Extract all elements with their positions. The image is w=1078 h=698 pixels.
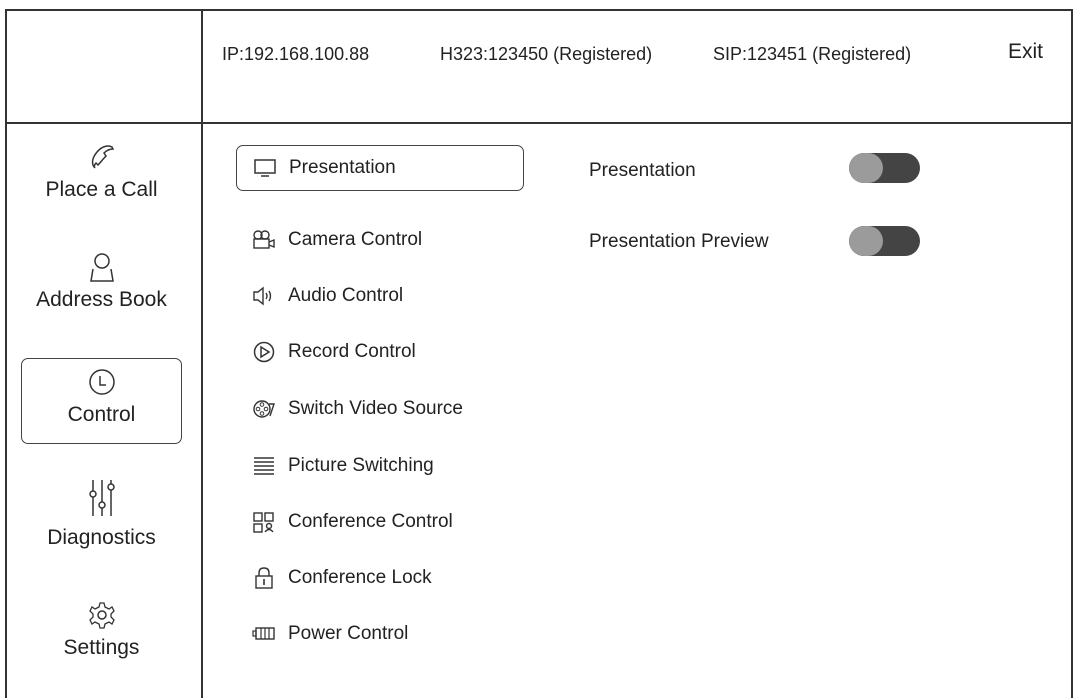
menu-item-label: Camera Control	[288, 229, 423, 250]
menu-item-audio-control[interactable]: Audio Control	[252, 276, 403, 316]
sip-status: SIP:123451 (Registered)	[713, 44, 912, 64]
header-divider	[7, 122, 1071, 124]
sidebar-item-label: Settings	[63, 636, 140, 659]
ip-address: IP:192.168.100.88	[222, 44, 370, 64]
app-frame	[5, 9, 1073, 698]
menu-item-camera-control[interactable]: Camera Control	[252, 220, 422, 260]
menu-item-label: Record Control	[288, 341, 416, 362]
camera-icon	[252, 229, 276, 251]
menu-item-label: Presentation	[289, 157, 396, 178]
menu-item-label: Switch Video Source	[288, 398, 463, 419]
sidebar-item-diagnostics[interactable]: Diagnostics	[21, 478, 182, 550]
sidebar-item-label: Address Book	[36, 288, 167, 311]
menu-item-power-control[interactable]: Power Control	[252, 614, 408, 654]
sidebar-item-label: Place a Call	[45, 178, 158, 201]
monitor-icon	[253, 157, 277, 179]
sidebar-item-label: Control	[67, 403, 136, 426]
presentation-preview-toggle[interactable]	[849, 226, 920, 256]
menu-item-record-control[interactable]: Record Control	[252, 332, 416, 372]
sidebar-item-settings[interactable]: Settings	[21, 598, 182, 660]
presentation-toggle[interactable]	[849, 153, 920, 183]
sidebar-item-address-book[interactable]: Address Book	[21, 250, 182, 312]
menu-item-label: Conference Control	[288, 511, 453, 532]
battery-icon	[252, 623, 276, 645]
menu-item-presentation[interactable]: Presentation	[236, 145, 524, 191]
menu-item-label: Picture Switching	[288, 455, 434, 476]
phone-icon	[21, 140, 182, 174]
sliders-icon	[21, 478, 182, 516]
menu-item-label: Audio Control	[288, 285, 404, 306]
sidebar-item-place-a-call[interactable]: Place a Call	[21, 140, 182, 202]
toggle-knob	[849, 153, 883, 183]
film-reel-icon	[252, 398, 276, 420]
lock-icon	[252, 567, 276, 589]
toggle-knob	[849, 226, 883, 256]
play-circle-icon	[252, 341, 276, 363]
menu-item-picture-switching[interactable]: Picture Switching	[252, 446, 434, 486]
exit-button[interactable]: Exit	[1008, 40, 1043, 64]
sidebar-item-control[interactable]: Control	[21, 358, 182, 444]
sidebar-divider	[201, 11, 203, 698]
menu-item-switch-video-source[interactable]: Switch Video Source	[252, 389, 463, 429]
menu-item-conference-control[interactable]: Conference Control	[252, 502, 453, 542]
sidebar-item-label: Diagnostics	[47, 526, 156, 549]
menu-item-label: Power Control	[288, 623, 409, 644]
gear-icon	[21, 598, 182, 632]
clock-icon	[22, 365, 181, 399]
grid-person-icon	[252, 511, 276, 533]
list-lines-icon	[252, 455, 276, 477]
h323-status: H323:123450 (Registered)	[440, 44, 653, 64]
menu-item-label: Conference Lock	[288, 567, 432, 588]
presentation-preview-label: Presentation Preview	[589, 231, 769, 252]
menu-item-conference-lock[interactable]: Conference Lock	[252, 558, 432, 598]
person-icon	[21, 250, 182, 284]
speaker-icon	[252, 285, 276, 307]
presentation-label: Presentation	[589, 160, 696, 181]
